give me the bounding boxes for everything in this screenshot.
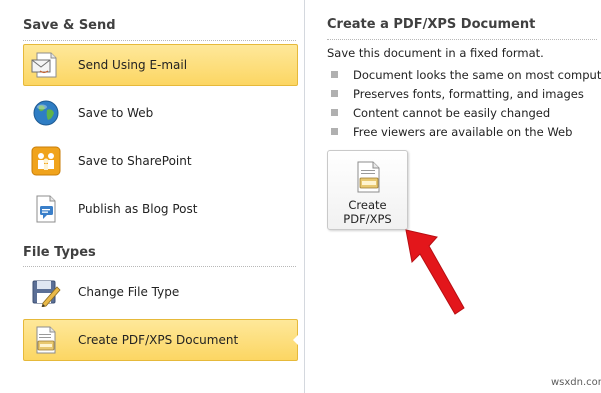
nav-item-label: Save to SharePoint <box>78 154 192 168</box>
backstage-nav-pane: Save & Send Send Using E-mail Save to We… <box>0 0 304 393</box>
bullet-square-icon <box>331 109 338 116</box>
pdf-xps-document-icon <box>30 324 62 356</box>
email-icon <box>30 49 62 81</box>
pdf-xps-document-icon <box>353 161 383 193</box>
list-item: Content cannot be easily changed <box>331 103 601 122</box>
nav-item-send-using-email[interactable]: Send Using E-mail <box>23 44 298 86</box>
list-item: Preserves fonts, formatting, and images <box>331 84 601 103</box>
panel-title: Create a PDF/XPS Document <box>327 17 536 32</box>
nav-item-publish-as-blog-post[interactable]: Publish as Blog Post <box>23 188 298 230</box>
bullet-square-icon <box>331 71 338 78</box>
nav-item-label: Create PDF/XPS Document <box>78 333 239 347</box>
list-item-text: Document looks the same on most computer… <box>353 67 601 82</box>
bullet-square-icon <box>331 90 338 97</box>
file-types-heading: File Types <box>23 245 96 260</box>
list-item: Document looks the same on most computer… <box>331 65 601 84</box>
nav-item-save-to-web[interactable]: Save to Web <box>23 92 298 134</box>
list-item: Free viewers are available on the Web <box>331 122 601 141</box>
sharepoint-icon <box>30 145 62 177</box>
create-pdf-xps-label: Create PDF/XPS <box>343 198 392 226</box>
list-item-text: Free viewers are available on the Web <box>353 124 573 139</box>
save-send-heading: Save & Send <box>23 18 116 33</box>
nav-item-label: Publish as Blog Post <box>78 202 198 216</box>
nav-item-label: Send Using E-mail <box>78 58 188 72</box>
panel-description: Save this document in a fixed format. <box>327 46 544 60</box>
pane-divider <box>304 0 305 393</box>
list-item-text: Content cannot be easily changed <box>353 105 551 120</box>
bullet-square-icon <box>331 128 338 135</box>
feature-list: Document looks the same on most computer… <box>331 65 601 141</box>
nav-item-change-file-type[interactable]: Change File Type <box>23 271 298 313</box>
nav-item-save-to-sharepoint[interactable]: Save to SharePoint <box>23 140 298 182</box>
globe-icon <box>30 97 62 129</box>
nav-item-create-pdf-xps-document[interactable]: Create PDF/XPS Document <box>23 319 298 361</box>
nav-item-label: Save to Web <box>78 106 154 120</box>
create-pdf-xps-button[interactable]: Create PDF/XPS <box>327 150 408 230</box>
save-send-divider <box>23 40 296 41</box>
change-file-type-icon <box>30 276 62 308</box>
nav-item-label: Change File Type <box>78 285 180 299</box>
selection-notch <box>293 333 300 347</box>
red-arrow-icon <box>405 229 465 315</box>
list-item-text: Preserves fonts, formatting, and images <box>353 86 584 101</box>
panel-title-divider <box>327 39 597 40</box>
watermark: wsxdn.com <box>551 377 601 388</box>
file-types-divider <box>23 266 296 267</box>
blog-post-icon <box>30 193 62 225</box>
